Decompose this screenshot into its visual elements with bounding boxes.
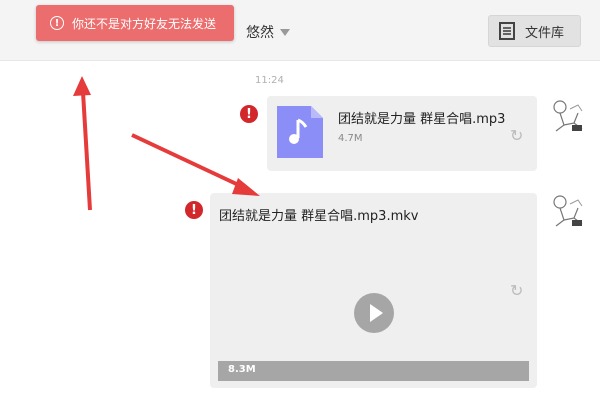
arrow-down-right-icon [131, 133, 260, 196]
annotation-arrows [73, 76, 260, 211]
arrow-up-icon [73, 76, 92, 211]
